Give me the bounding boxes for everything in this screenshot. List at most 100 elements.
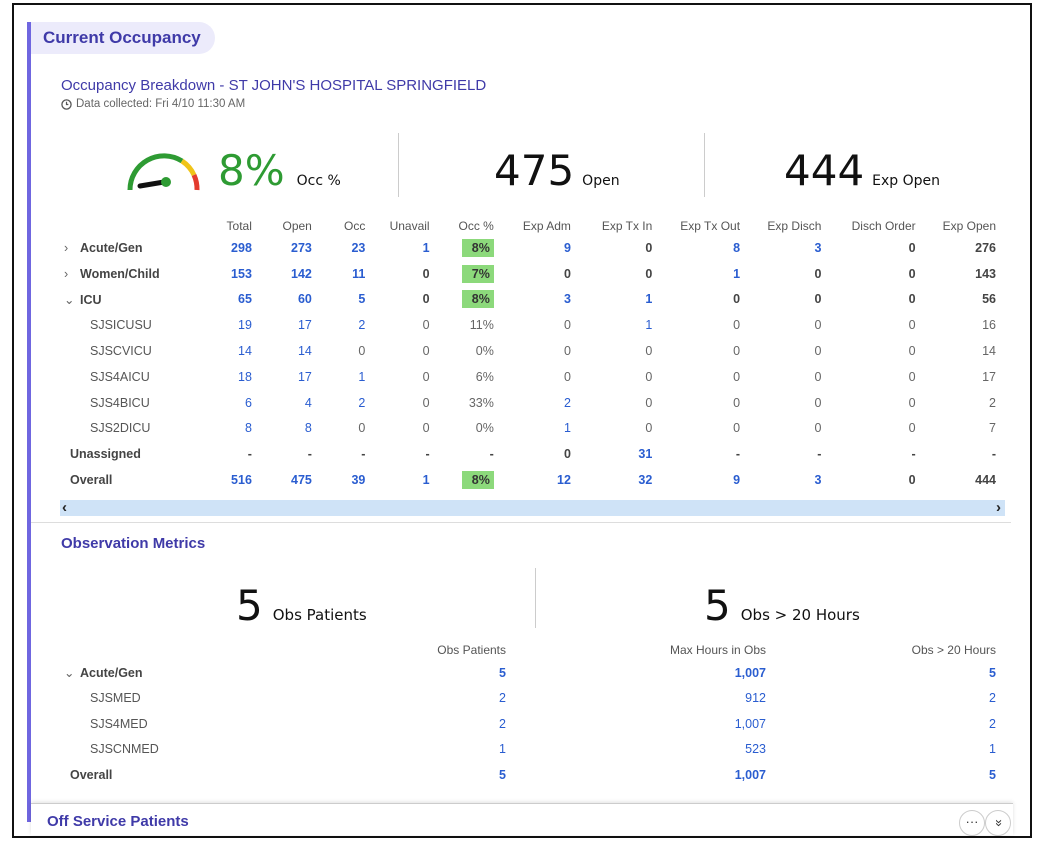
- occ-row-label[interactable]: › Acute/Gen: [60, 235, 205, 261]
- occ-cell[interactable]: 1: [498, 416, 575, 442]
- off-service-panel[interactable]: Off Service Patients ··· »: [31, 803, 1013, 836]
- obs-cell[interactable]: 5: [770, 660, 1000, 686]
- occ-cell: 0: [563, 318, 571, 333]
- occ-cell[interactable]: 475: [256, 467, 316, 493]
- obs-cell[interactable]: 2: [770, 711, 1000, 737]
- occ-cell: 0: [645, 395, 653, 410]
- occ-cell[interactable]: 18: [205, 364, 256, 390]
- occ-cell[interactable]: 8: [256, 416, 316, 442]
- obs-over-20-label: Obs > 20 Hours: [740, 606, 860, 624]
- occ-cell[interactable]: 9: [656, 467, 744, 493]
- occ-row-label[interactable]: › Women/Child: [60, 261, 205, 287]
- occ-row-label: SJSICUSU: [60, 312, 205, 338]
- exp-open-kpi-label: Exp Open: [872, 173, 941, 189]
- occ-col-header: Unavail: [389, 218, 430, 233]
- occ-cell[interactable]: 1: [575, 312, 656, 338]
- obs-table-row: Overall 5 1,007 5: [60, 762, 1000, 788]
- occ-cell[interactable]: 153: [205, 261, 256, 287]
- occ-table-row: SJS4AICU 18 17 1 0 6% 0 0 0 0 0 17: [60, 364, 1000, 390]
- occ-cell: 11%: [469, 318, 494, 333]
- occ-cell[interactable]: 298: [205, 235, 256, 261]
- occ-cell[interactable]: 2: [316, 390, 370, 416]
- off-service-title[interactable]: Off Service Patients: [47, 813, 189, 830]
- obs-row-label: Overall: [60, 762, 210, 788]
- occ-cell[interactable]: 11: [316, 261, 370, 287]
- occ-row-label[interactable]: ⌄ ICU: [60, 287, 205, 313]
- obs-cell[interactable]: 5: [210, 660, 510, 686]
- occ-cell[interactable]: 23: [316, 235, 370, 261]
- occ-cell[interactable]: 2: [316, 312, 370, 338]
- occ-col-header: Occ %: [458, 218, 494, 233]
- chevron-right-icon[interactable]: ›: [64, 267, 80, 281]
- occ-cell[interactable]: 8: [205, 416, 256, 442]
- scroll-right-icon[interactable]: ›: [996, 499, 1001, 516]
- occ-cell[interactable]: 39: [316, 467, 370, 493]
- occ-cell[interactable]: 142: [256, 261, 316, 287]
- occ-table-row[interactable]: ⌄ ICU 65 60 5 0 8% 3 1 0 0 0 56: [60, 287, 1000, 313]
- occ-table-row[interactable]: › Acute/Gen 298 273 23 1 8% 9 0 8 3 0 276: [60, 235, 1000, 261]
- occ-cell[interactable]: 9: [498, 235, 575, 261]
- row-label-text: SJS4BICU: [90, 395, 150, 410]
- occ-cell[interactable]: 1: [656, 261, 744, 287]
- occ-table-row[interactable]: › Women/Child 153 142 11 0 7% 0 0 1 0 0 143: [60, 261, 1000, 287]
- occ-cell[interactable]: 65: [205, 287, 256, 313]
- occ-cell[interactable]: 4: [256, 390, 316, 416]
- occ-cell[interactable]: 6: [205, 390, 256, 416]
- chevron-down-icon[interactable]: ⌄: [64, 665, 80, 680]
- occ-cell: 0: [645, 266, 653, 281]
- obs-cell[interactable]: 2: [210, 711, 510, 737]
- occ-cell: -: [489, 447, 494, 462]
- exp-open-kpi-value: 444: [784, 146, 865, 195]
- obs-row-label[interactable]: ⌄ Acute/Gen: [60, 660, 210, 686]
- obs-cell[interactable]: 2: [210, 686, 510, 712]
- occ-cell: 0: [908, 318, 916, 333]
- expand-icon[interactable]: »: [985, 810, 1011, 836]
- obs-col-header: Obs Patients: [437, 643, 506, 657]
- occ-cell[interactable]: 8: [656, 235, 744, 261]
- occ-cell[interactable]: 2: [498, 390, 575, 416]
- occ-cell[interactable]: 273: [256, 235, 316, 261]
- horizontal-scrollbar[interactable]: ‹ ›: [60, 499, 1005, 516]
- occ-cell[interactable]: 3: [498, 287, 575, 313]
- obs-cell[interactable]: 5: [210, 762, 510, 788]
- occ-cell[interactable]: 12: [498, 467, 575, 493]
- occ-cell[interactable]: 19: [205, 312, 256, 338]
- occ-cell: 14: [982, 344, 996, 359]
- occ-cell[interactable]: 17: [256, 312, 316, 338]
- occ-cell: 33%: [468, 395, 494, 410]
- obs-cell[interactable]: 1: [770, 737, 1000, 763]
- occ-cell[interactable]: 1: [316, 364, 370, 390]
- occ-cell[interactable]: 17: [256, 364, 316, 390]
- occ-cell[interactable]: 1: [369, 235, 433, 261]
- obs-cell[interactable]: 1,007: [510, 762, 770, 788]
- obs-cell[interactable]: 2: [770, 686, 1000, 712]
- obs-cell[interactable]: 523: [510, 737, 770, 763]
- row-label-text: SJS2DICU: [90, 421, 151, 436]
- occ-cell[interactable]: 5: [316, 287, 370, 313]
- occ-cell[interactable]: 32: [575, 467, 656, 493]
- obs-cell[interactable]: 912: [510, 686, 770, 712]
- obs-cell[interactable]: 1: [210, 737, 510, 763]
- occ-cell[interactable]: 14: [205, 338, 256, 364]
- obs-cell[interactable]: 1,007: [510, 660, 770, 686]
- occ-cell[interactable]: 1: [369, 467, 433, 493]
- more-options-icon[interactable]: ···: [959, 810, 985, 836]
- obs-cell[interactable]: 5: [770, 762, 1000, 788]
- open-kpi-value: 475: [494, 146, 575, 195]
- occ-cell[interactable]: 3: [744, 235, 825, 261]
- occ-cell[interactable]: 31: [575, 441, 656, 467]
- occ-cell: 0: [733, 292, 741, 307]
- occ-cell[interactable]: 1: [575, 287, 656, 313]
- chevron-right-icon[interactable]: ›: [64, 241, 80, 255]
- occ-cell[interactable]: 60: [256, 287, 316, 313]
- chevron-down-icon[interactable]: ⌄: [64, 292, 80, 307]
- scroll-left-icon[interactable]: ‹: [62, 499, 67, 516]
- obs-table-row[interactable]: ⌄ Acute/Gen 5 1,007 5: [60, 660, 1000, 686]
- section-title[interactable]: Current Occupancy: [31, 22, 215, 54]
- obs-col-header: Max Hours in Obs: [669, 643, 766, 657]
- occ-cell[interactable]: 516: [205, 467, 256, 493]
- occ-cell[interactable]: 3: [744, 467, 825, 493]
- occ-cell[interactable]: 14: [256, 338, 316, 364]
- occ-cell: 0: [908, 473, 916, 488]
- obs-cell[interactable]: 1,007: [510, 711, 770, 737]
